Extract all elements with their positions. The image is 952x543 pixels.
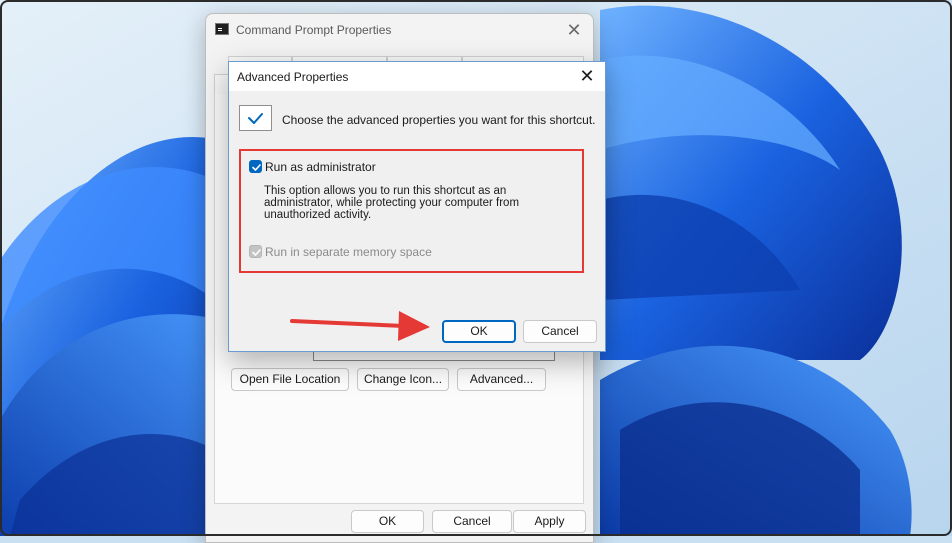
open-file-location-button[interactable]: Open File Location [231, 368, 349, 391]
description-line: administrator, while protecting your com… [264, 197, 520, 209]
shortcut-check-icon [239, 105, 272, 131]
change-icon-button[interactable]: Change Icon... [357, 368, 449, 391]
check-icon [252, 164, 261, 171]
description-line: This option allows you to run this short… [264, 185, 507, 197]
window-title: Command Prompt Properties [236, 23, 392, 37]
description-line: unauthorized activity. [264, 209, 372, 221]
close-icon[interactable]: ✕ [575, 64, 599, 88]
intro-text: Choose the advanced properties you want … [282, 113, 596, 127]
dialog-body: Choose the advanced properties you want … [229, 91, 605, 351]
ok-button[interactable]: OK [351, 510, 424, 533]
dialog-title: Advanced Properties [237, 70, 349, 84]
check-icon [252, 249, 261, 256]
run-as-administrator-label[interactable]: Run as administrator [265, 160, 376, 174]
run-as-administrator-checkbox[interactable] [249, 160, 262, 173]
close-icon[interactable]: ✕ [561, 18, 587, 42]
advanced-button[interactable]: Advanced... [457, 368, 546, 391]
advanced-properties-dialog: Advanced Properties ✕ Choose the advance… [228, 61, 606, 352]
dialog-ok-button[interactable]: OK [442, 320, 516, 343]
cancel-button[interactable]: Cancel [432, 510, 512, 533]
separate-memory-checkbox [249, 245, 262, 258]
cmd-icon [215, 23, 229, 35]
run-as-administrator-description: This option allows you to run this short… [264, 185, 534, 221]
separate-memory-label: Run in separate memory space [265, 245, 432, 259]
dialog-cancel-button[interactable]: Cancel [523, 320, 597, 343]
apply-button[interactable]: Apply [513, 510, 586, 533]
dialog-title-bar[interactable]: Advanced Properties ✕ [229, 62, 605, 91]
title-bar[interactable]: Command Prompt Properties ✕ [206, 14, 593, 46]
